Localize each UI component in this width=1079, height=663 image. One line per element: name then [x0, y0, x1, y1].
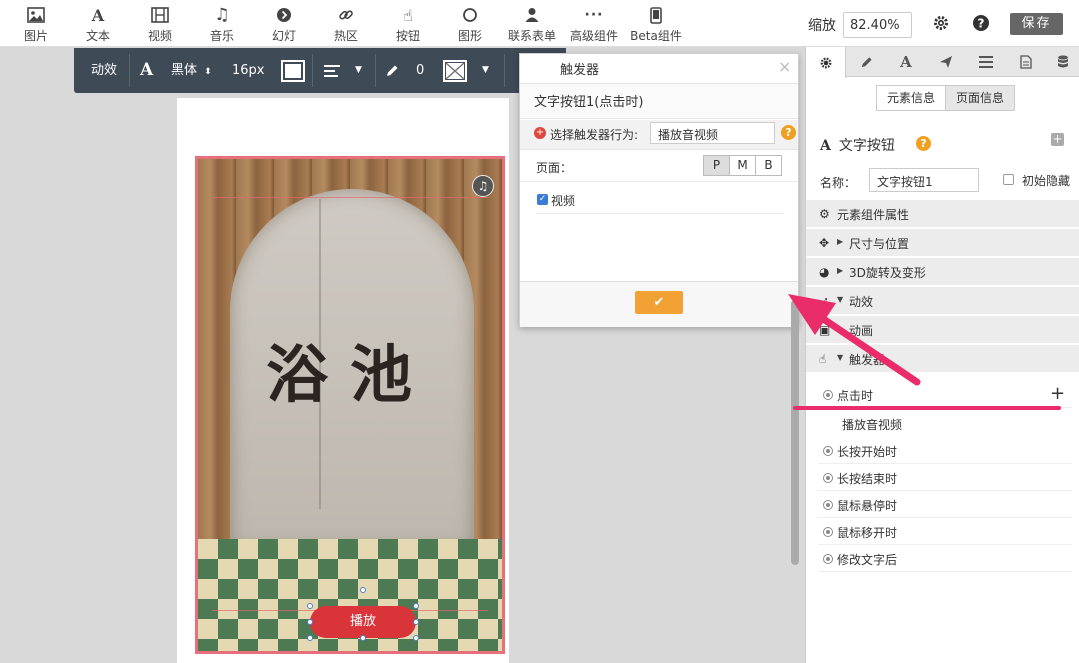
- annotation-arrow-shaft: [818, 314, 921, 386]
- annotation-arrow-head: [788, 294, 836, 335]
- annotation-underline: [793, 406, 1061, 410]
- annotation-overlay: [788, 294, 921, 386]
